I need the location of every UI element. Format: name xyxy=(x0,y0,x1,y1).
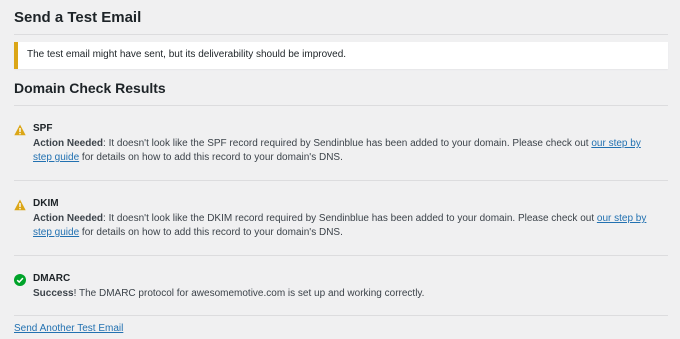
check-description: Success! The DMARC protocol for awesomem… xyxy=(33,287,653,301)
check-description: Action Needed: It doesn't look like the … xyxy=(33,137,653,165)
status-label: Success xyxy=(33,288,74,299)
check-name: DMARC xyxy=(33,273,71,284)
check-name: SPF xyxy=(33,123,53,134)
page-title: Send a Test Email xyxy=(14,9,142,26)
warning-icon xyxy=(14,199,26,211)
check-text-suffix: for details on how to add this record to… xyxy=(79,227,343,238)
divider xyxy=(14,255,668,256)
notice-text: The test email might have sent, but its … xyxy=(27,49,347,60)
check-description: Action Needed: It doesn't look like the … xyxy=(33,212,653,240)
divider xyxy=(14,105,668,106)
check-circle-icon xyxy=(14,274,26,286)
check-text: : It doesn't look like the SPF record re… xyxy=(103,138,592,149)
status-label: Action Needed xyxy=(33,213,104,224)
check-text-suffix: for details on how to add this record to… xyxy=(79,152,343,163)
status-label: Action Needed xyxy=(33,138,104,149)
divider xyxy=(14,315,668,316)
send-another-test-email-link[interactable]: Send Another Test Email xyxy=(14,323,123,334)
check-name: DKIM xyxy=(33,198,59,209)
check-text: ! The DMARC protocol for awesomemotive.c… xyxy=(73,288,425,299)
warning-icon xyxy=(14,124,26,136)
check-text: : It doesn't look like the DKIM record r… xyxy=(103,213,597,224)
deliverability-notice: The test email might have sent, but its … xyxy=(14,42,668,69)
divider xyxy=(14,180,668,181)
section-title: Domain Check Results xyxy=(14,80,166,96)
divider xyxy=(14,34,668,35)
